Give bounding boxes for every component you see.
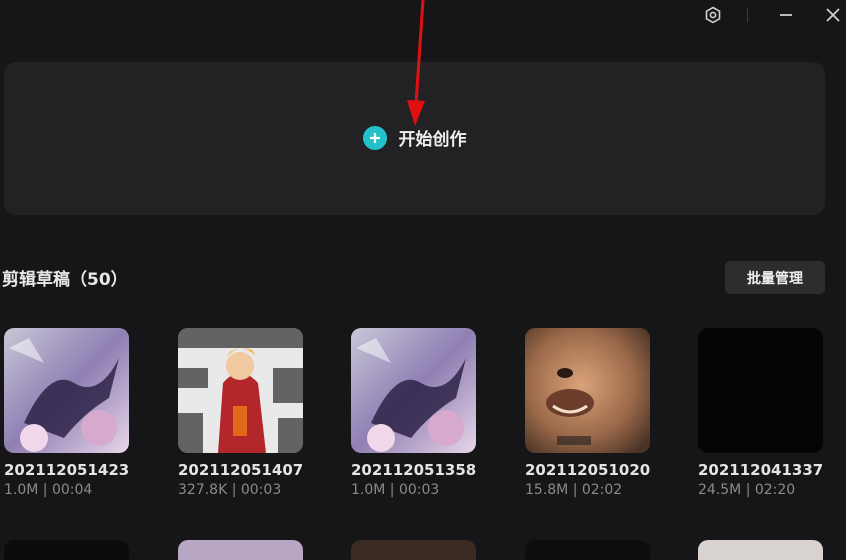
start-creating-button[interactable]: 开始创作 <box>4 62 825 215</box>
draft-name: 202112041337 <box>698 461 824 479</box>
draft-card-partial[interactable] <box>698 540 823 560</box>
draft-name: 202112051423 <box>4 461 130 479</box>
draft-card[interactable]: 202112051407 327.8K | 00:03 <box>178 328 328 498</box>
draft-card-partial[interactable] <box>525 540 650 560</box>
draft-meta: 24.5M | 02:20 <box>698 482 796 498</box>
draft-card-partial[interactable] <box>178 540 303 560</box>
titlebar-separator <box>747 8 748 22</box>
draft-card[interactable]: 202112051020 15.8M | 02:02 <box>525 328 675 498</box>
draft-meta: 327.8K | 00:03 <box>178 482 282 498</box>
batch-manage-button[interactable]: 批量管理 <box>725 261 825 294</box>
draft-card-partial[interactable] <box>4 540 129 560</box>
draft-card[interactable]: 202112041337 24.5M | 02:20 <box>698 328 846 498</box>
draft-thumbnail <box>351 328 476 453</box>
draft-card[interactable]: 202112051358 1.0M | 00:03 <box>351 328 501 498</box>
draft-card-partial[interactable] <box>351 540 476 560</box>
draft-thumbnail <box>4 328 129 453</box>
draft-meta: 15.8M | 02:02 <box>525 482 623 498</box>
minimize-icon[interactable] <box>775 4 797 26</box>
settings-icon[interactable] <box>702 4 724 26</box>
draft-meta: 1.0M | 00:04 <box>4 482 93 498</box>
draft-thumbnail <box>178 328 303 453</box>
plus-circle-icon <box>362 125 387 150</box>
drafts-section-title: 剪辑草稿（50） <box>2 270 128 290</box>
draft-name: 202112051358 <box>351 461 477 479</box>
draft-card[interactable]: 202112051423 1.0M | 00:04 <box>4 328 154 498</box>
start-creating-label: 开始创作 <box>398 130 467 150</box>
draft-thumbnail <box>698 328 823 453</box>
draft-name: 202112051407 <box>178 461 304 479</box>
draft-thumbnail <box>525 328 650 453</box>
close-icon[interactable] <box>822 4 844 26</box>
draft-name: 202112051020 <box>525 461 651 479</box>
draft-meta: 1.0M | 00:03 <box>351 482 440 498</box>
